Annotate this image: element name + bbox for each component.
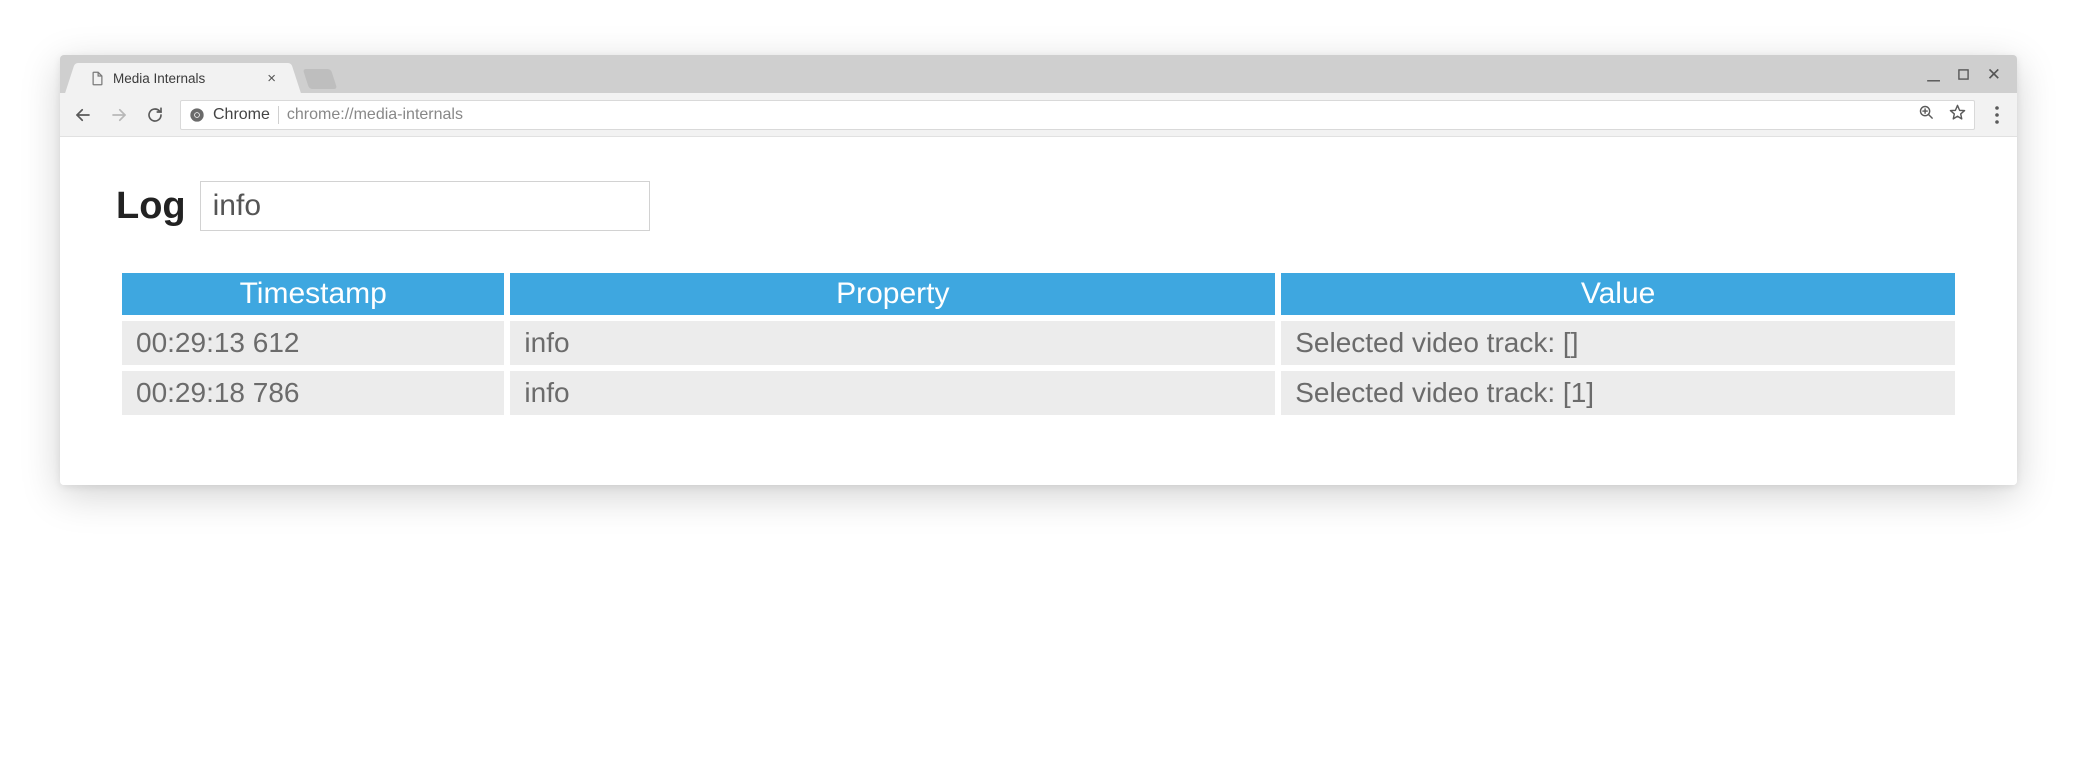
log-header: Log [116, 181, 1961, 231]
window-controls: _ ✕ [1928, 55, 2008, 93]
col-property: Property [510, 273, 1275, 315]
col-timestamp: Timestamp [122, 273, 504, 315]
new-tab-button[interactable] [303, 69, 337, 89]
table-row: 00:29:13 612 info Selected video track: … [122, 321, 1955, 365]
cell-timestamp: 00:29:13 612 [122, 321, 504, 365]
bookmark-star-icon[interactable] [1949, 104, 1966, 126]
tab-title: Media Internals [113, 71, 257, 86]
cell-value: Selected video track: [1] [1281, 371, 1955, 415]
chrome-favicon-icon [189, 107, 205, 123]
cell-timestamp: 00:29:18 786 [122, 371, 504, 415]
tab-close-icon[interactable]: × [267, 71, 276, 86]
nav-buttons [74, 106, 164, 124]
minimize-icon[interactable]: _ [1928, 59, 1940, 81]
reload-button[interactable] [146, 106, 164, 124]
back-button[interactable] [74, 106, 92, 124]
log-title: Log [116, 185, 186, 228]
omnibox-divider [278, 106, 279, 124]
table-header-row: Timestamp Property Value [122, 273, 1955, 315]
log-table: Timestamp Property Value 00:29:13 612 in… [116, 267, 1961, 421]
page-content: Log Timestamp Property Value 00:29:13 61… [60, 137, 2017, 485]
url-text: chrome://media-internals [287, 106, 1910, 124]
maximize-icon[interactable] [1958, 69, 1969, 80]
cell-property: info [510, 321, 1275, 365]
browser-menu-icon[interactable] [1991, 106, 2003, 124]
zoom-icon[interactable] [1918, 104, 1935, 126]
close-window-icon[interactable]: ✕ [1987, 66, 2001, 83]
url-scheme-label: Chrome [213, 106, 270, 124]
cell-property: info [510, 371, 1275, 415]
col-value: Value [1281, 273, 1955, 315]
forward-button[interactable] [110, 106, 128, 124]
address-bar[interactable]: Chrome chrome://media-internals [180, 100, 1975, 130]
tab-strip: Media Internals × _ ✕ [60, 55, 2017, 93]
page-icon [90, 71, 105, 86]
browser-tab[interactable]: Media Internals × [78, 63, 288, 93]
table-row: 00:29:18 786 info Selected video track: … [122, 371, 1955, 415]
browser-window: Media Internals × _ ✕ [60, 55, 2017, 485]
cell-value: Selected video track: [] [1281, 321, 1955, 365]
log-filter-input[interactable] [200, 181, 650, 231]
browser-toolbar: Chrome chrome://media-internals [60, 93, 2017, 137]
